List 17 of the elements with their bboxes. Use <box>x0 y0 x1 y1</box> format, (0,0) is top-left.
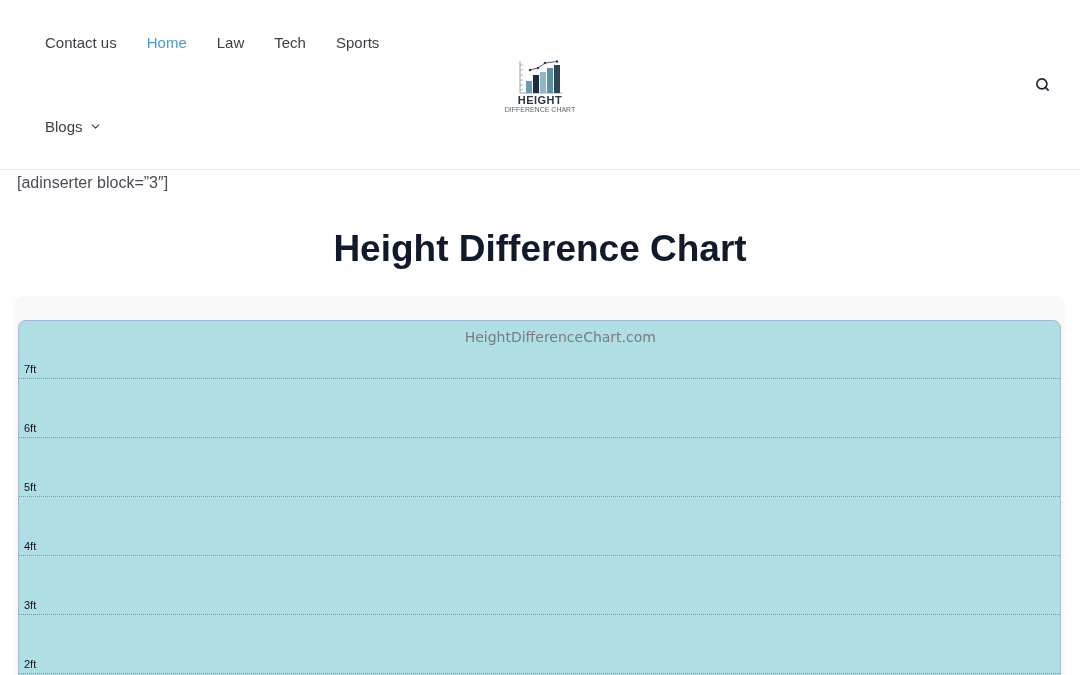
page-title: Height Difference Chart <box>332 227 748 271</box>
scale-label: 2ft <box>24 658 37 670</box>
scale-label: 6ft <box>24 422 37 434</box>
chart-caption: HeightDifferenceChart.com <box>464 328 656 347</box>
nav-link[interactable]: Contact us <box>45 32 117 53</box>
scale-label: 4ft <box>24 540 37 552</box>
search-icon[interactable] <box>1035 77 1050 92</box>
scale-label: 3ft <box>24 599 37 611</box>
nav-link[interactable]: Tech <box>274 32 306 53</box>
nav-link[interactable]: Law <box>216 32 245 53</box>
logo-title: HEIGHT <box>517 93 563 106</box>
scale-label: 5ft <box>24 481 37 493</box>
nav-link[interactable]: Sports <box>335 32 380 53</box>
nav-link[interactable]: Blogs <box>45 116 102 137</box>
shortcode-text: [adinserter block=”3″] <box>17 173 170 193</box>
scale-label: 7ft <box>24 363 37 375</box>
bar-chart-logo-icon <box>517 59 563 94</box>
